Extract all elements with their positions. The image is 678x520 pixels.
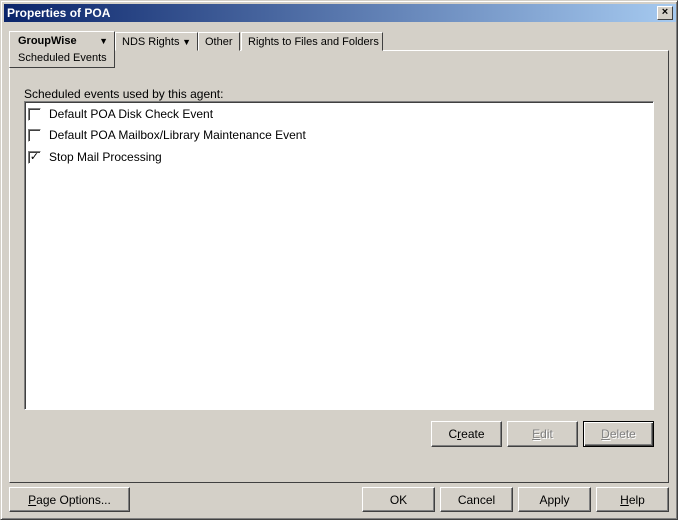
delete-button[interactable]: Delete [583,421,654,447]
ok-button[interactable]: OK [362,487,435,512]
title-bar: Properties of POA [4,4,676,22]
tab-label: Rights to Files and Folders [248,36,379,48]
list-item[interactable]: Default POA Mailbox/Library Maintenance … [28,126,306,144]
apply-button[interactable]: Apply [518,487,591,512]
cancel-button[interactable]: Cancel [440,487,513,512]
dropdown-arrow-icon[interactable]: ▼ [182,33,191,51]
edit-button[interactable]: Edit [507,421,578,447]
checkbox[interactable]: ✓ [28,150,41,164]
tab-label: Other [205,36,233,48]
tab-label: GroupWise [18,35,77,47]
tab-label: NDS Rights [122,36,180,48]
list-item[interactable]: ✓ Stop Mail Processing [28,148,162,166]
event-label: Default POA Disk Check Event [49,107,214,121]
close-button[interactable]: × [657,6,673,20]
event-label: Default POA Mailbox/Library Maintenance … [49,128,306,142]
event-label: Stop Mail Processing [49,150,162,164]
events-label: Scheduled events used by this agent: [24,87,224,101]
tab-nds-rights[interactable]: NDS Rights ▼ [115,32,198,51]
tab-rights-to-files[interactable]: Rights to Files and Folders [241,32,383,51]
events-list[interactable]: Default POA Disk Check Event Default POA… [24,101,654,410]
dropdown-arrow-icon[interactable]: ▼ [99,32,108,50]
help-button[interactable]: Help [596,487,669,512]
page-options-button[interactable]: Page Options... [9,487,130,512]
create-button[interactable]: Create [431,421,502,447]
list-item[interactable]: Default POA Disk Check Event [28,105,213,123]
tab-groupwise[interactable]: GroupWise ▼ Scheduled Events [9,31,115,68]
tab-other[interactable]: Other [198,32,240,51]
checkbox[interactable] [28,107,41,121]
close-icon: × [661,6,669,18]
checkbox[interactable] [28,128,41,142]
subtab-scheduled-events[interactable]: Scheduled Events [18,51,107,65]
window-title: Properties of POA [7,6,111,20]
